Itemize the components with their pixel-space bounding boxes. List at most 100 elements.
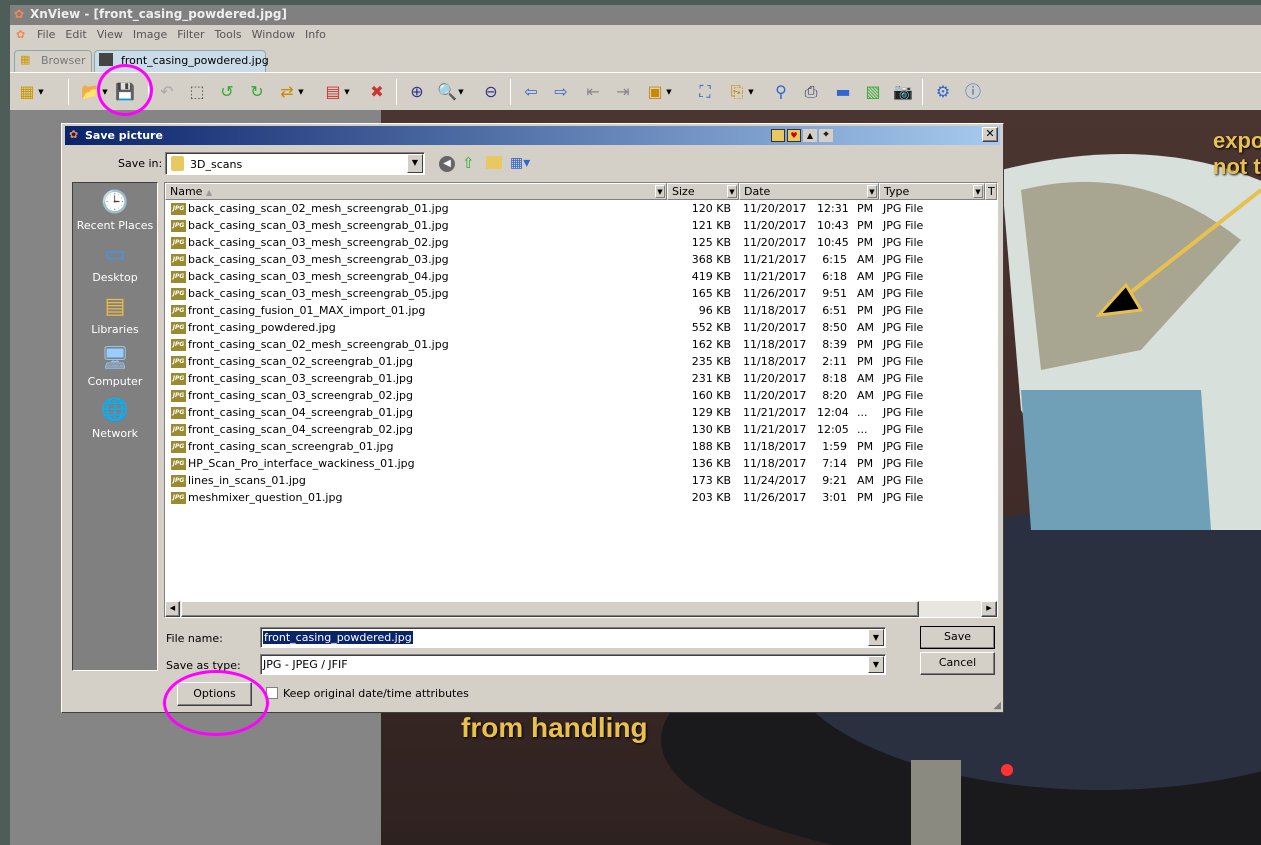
menu-tools[interactable]: Tools [210, 26, 247, 44]
up-folder-icon[interactable]: ⇧ [462, 154, 475, 172]
copy-to-icon[interactable]: ⎘ [726, 81, 748, 103]
back-icon[interactable]: ◀ [439, 156, 455, 172]
chevron-down-icon[interactable]: ▼ [868, 656, 884, 673]
find-icon[interactable]: ⚲ [770, 81, 792, 103]
save-in-dropdown[interactable]: 3D_scans ▼ [165, 152, 425, 175]
camera-icon[interactable]: 📷 [892, 81, 914, 103]
view-menu-icon[interactable]: ▦▾ [510, 155, 530, 171]
fit-icon[interactable]: ⛶ [694, 81, 716, 103]
chevron-down-icon[interactable]: ▼ [407, 154, 423, 173]
column-name[interactable]: Name ▲ ▼ [165, 183, 667, 200]
file-row[interactable]: JPG front_casing_scan_04_screengrab_01.jp… [165, 404, 995, 421]
file-row[interactable]: JPG front_casing_scan_02_mesh_screengrab_… [165, 336, 995, 353]
print-icon[interactable]: ⎙ [800, 81, 822, 103]
place-computer[interactable]: 🖥 Computer [73, 345, 157, 388]
save-button[interactable]: Save [920, 626, 995, 649]
file-row[interactable]: JPG back_casing_scan_02_mesh_screengrab_0… [165, 200, 995, 217]
clock-icon[interactable] [771, 129, 785, 142]
resize-grip-icon[interactable]: ◢ [993, 700, 1001, 711]
scroll-right-icon[interactable]: ▶ [981, 601, 997, 617]
app-title-bar[interactable]: ✿ XnView - [front_casing_powdered.jpg] [10, 5, 1261, 25]
undo-icon[interactable]: ↶ [156, 81, 178, 103]
chevron-down-icon[interactable]: ▼ [36, 81, 46, 103]
zoom-in-icon[interactable]: ⊕ [406, 81, 428, 103]
zoom-out-icon[interactable]: ⊖ [480, 81, 502, 103]
next-icon[interactable]: ⇨ [550, 81, 572, 103]
previous-icon[interactable]: ⇦ [520, 81, 542, 103]
crop-icon[interactable]: ⬚ [186, 81, 208, 103]
file-row[interactable]: JPG front_casing_fusion_01_MAX_import_01.… [165, 302, 995, 319]
chevron-down-icon[interactable]: ▼ [342, 81, 352, 103]
menu-filter[interactable]: Filter [172, 26, 209, 44]
browser-tree-icon[interactable]: ▦ [16, 81, 38, 103]
info-icon[interactable]: ⓘ [962, 81, 984, 103]
file-row[interactable]: JPG front_casing_scan_04_screengrab_02.jp… [165, 421, 995, 438]
capture-icon[interactable]: ▧ [862, 81, 884, 103]
favorite-icon[interactable]: ♥ [787, 129, 801, 142]
scroll-left-icon[interactable]: ◀ [165, 601, 180, 617]
file-row[interactable]: JPG front_casing_scan_03_screengrab_01.jp… [165, 370, 995, 387]
chevron-down-icon[interactable]: ▼ [664, 81, 674, 103]
scrollbar-thumb[interactable] [181, 601, 919, 617]
cancel-button[interactable]: Cancel [920, 652, 995, 675]
slideshow-icon[interactable]: ▣ [644, 81, 666, 103]
menu-edit[interactable]: Edit [60, 26, 91, 44]
place-network[interactable]: 🌐 Network [73, 397, 157, 440]
file-name-input[interactable]: front_casing_powdered.jpg ▼ [260, 627, 886, 648]
file-row[interactable]: JPG back_casing_scan_03_mesh_screengrab_0… [165, 217, 995, 234]
place-recent[interactable]: 🕒 Recent Places [73, 189, 157, 232]
roll-up-icon[interactable]: ▲ [803, 129, 817, 142]
last-icon[interactable]: ⇥ [612, 81, 634, 103]
chevron-down-icon[interactable]: ▼ [456, 81, 466, 103]
chevron-down-icon[interactable]: ▼ [746, 81, 756, 103]
chevron-down-icon[interactable]: ▼ [655, 185, 665, 198]
place-libraries[interactable]: ▤ Libraries [73, 293, 157, 336]
save-type-dropdown[interactable]: JPG - JPEG / JFIF ▼ [260, 654, 886, 675]
file-row[interactable]: JPG meshmixer_question_01.jpg 203 KB 11/26/… [165, 489, 995, 506]
menu-info[interactable]: Info [300, 26, 331, 44]
file-row[interactable]: JPG front_casing_scan_screengrab_01.jpg 18… [165, 438, 995, 455]
new-folder-icon[interactable] [486, 156, 502, 169]
file-list[interactable]: Name ▲ ▼ Size ▼ Date ▼ Type ▼ T JPG back_casi… [164, 182, 998, 618]
xnview-menu-icon[interactable]: ✿ [14, 26, 27, 43]
dialog-title-bar[interactable]: ✿ Save picture ♥ ▲ ⌖ ✕ [65, 126, 1000, 145]
file-row[interactable]: JPG front_casing_scan_03_screengrab_02.jp… [165, 387, 995, 404]
horizontal-scrollbar[interactable]: ◀ ▶ [165, 601, 997, 617]
menu-image[interactable]: Image [128, 26, 172, 44]
jpg-file-icon: JPG [171, 220, 186, 232]
chevron-down-icon[interactable]: ▼ [296, 81, 306, 103]
chevron-down-icon[interactable]: ▼ [868, 629, 884, 646]
adjust-icon[interactable]: ▤ [322, 81, 344, 103]
first-icon[interactable]: ⇤ [582, 81, 604, 103]
pin-icon[interactable]: ⌖ [819, 129, 833, 142]
red-eye-icon[interactable]: ✖ [366, 81, 388, 103]
file-row[interactable]: JPG back_casing_scan_03_mesh_screengrab_0… [165, 251, 995, 268]
place-desktop[interactable]: ▭ Desktop [73, 241, 157, 284]
scan-icon[interactable]: ▬ [832, 81, 854, 103]
convert-icon[interactable]: ⇄ [276, 81, 298, 103]
column-size[interactable]: Size ▼ [667, 183, 739, 200]
chevron-down-icon[interactable]: ▼ [867, 185, 877, 198]
rotate-right-icon[interactable]: ↻ [246, 81, 268, 103]
zoom-1to1-icon[interactable]: 🔍 [436, 81, 458, 103]
file-row[interactable]: JPG back_casing_scan_03_mesh_screengrab_0… [165, 268, 995, 285]
rotate-left-icon[interactable]: ↺ [216, 81, 238, 103]
close-button[interactable]: ✕ [982, 127, 998, 142]
menu-file[interactable]: File [32, 26, 60, 44]
file-row[interactable]: JPG back_casing_scan_03_mesh_screengrab_0… [165, 234, 995, 251]
file-row[interactable]: JPG HP_Scan_Pro_interface_wackiness_01.jp… [165, 455, 995, 472]
chevron-down-icon[interactable]: ▼ [727, 185, 737, 198]
file-time: 12:04 [817, 406, 849, 419]
file-row[interactable]: JPG front_casing_powdered.jpg 552 KB 11/20/… [165, 319, 995, 336]
column-date[interactable]: Date ▼ [739, 183, 879, 200]
chevron-down-icon[interactable]: ▼ [973, 185, 983, 198]
menu-view[interactable]: View [92, 26, 128, 44]
settings-icon[interactable]: ⚙ [932, 81, 954, 103]
column-type[interactable]: Type ▼ [879, 183, 985, 200]
tab-browser[interactable]: ▦ Browser [14, 50, 92, 72]
menu-window[interactable]: Window [247, 26, 300, 44]
file-row[interactable]: JPG lines_in_scans_01.jpg 173 KB 11/24/2017… [165, 472, 995, 489]
file-row[interactable]: JPG front_casing_scan_02_screengrab_01.jp… [165, 353, 995, 370]
file-row[interactable]: JPG back_casing_scan_03_mesh_screengrab_0… [165, 285, 995, 302]
column-t[interactable]: T [985, 183, 997, 200]
